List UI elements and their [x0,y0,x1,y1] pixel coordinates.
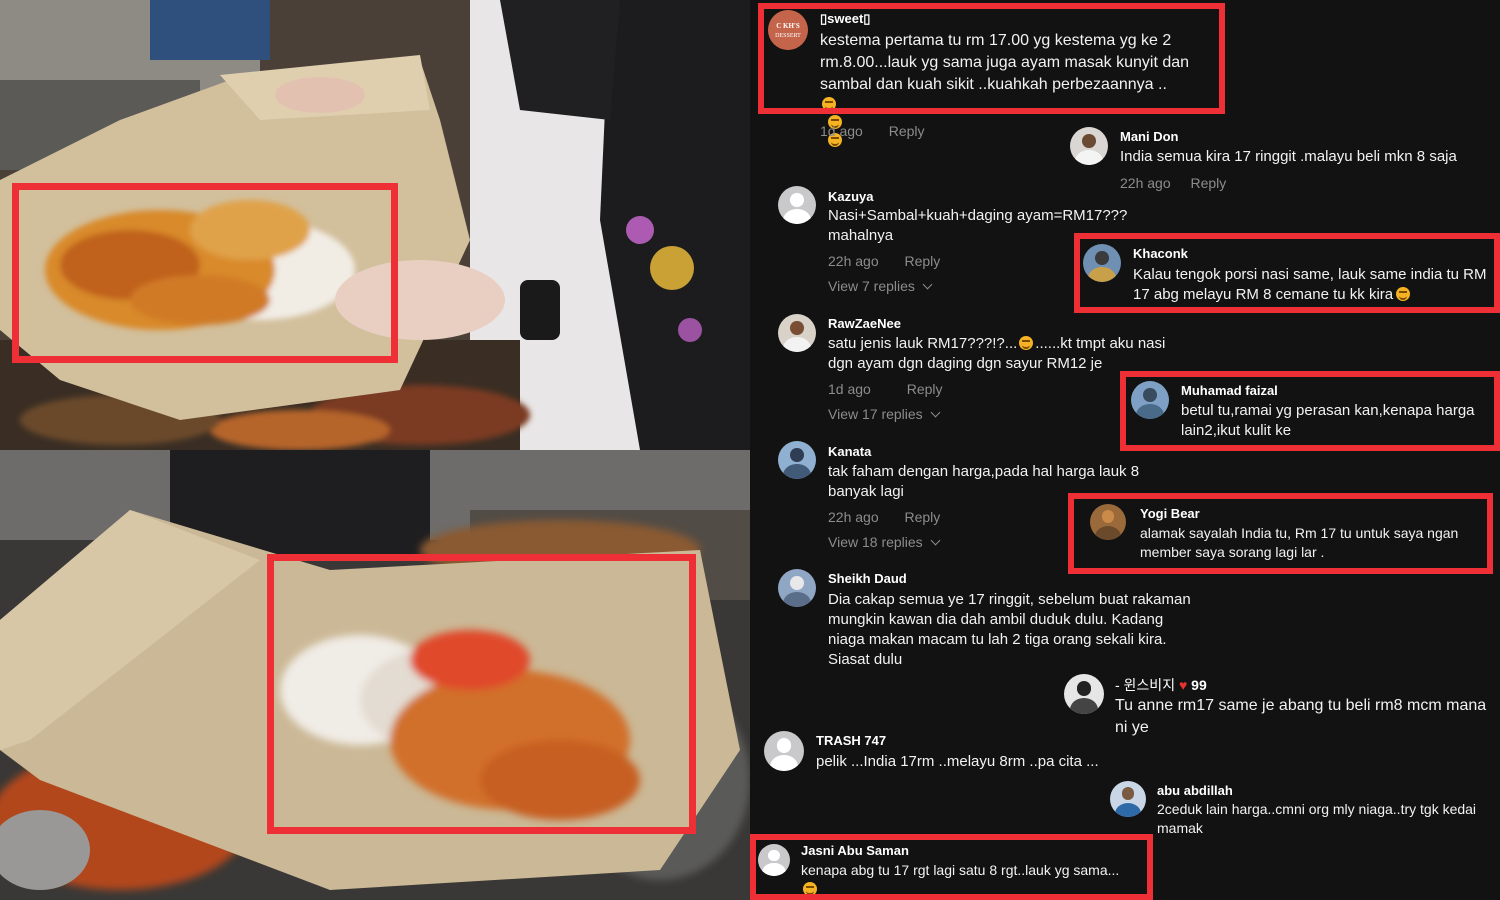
view-replies-button[interactable]: View 17 replies [828,406,941,422]
timestamp: 1d ago [828,381,871,397]
avatar-face-icon [1082,133,1096,148]
view-replies-label: View 17 replies [828,406,923,422]
username[interactable]: abu abdillah [1157,783,1233,798]
avatar[interactable] [778,186,816,224]
reply-button[interactable]: Reply [905,509,941,525]
avatar[interactable] [778,569,816,607]
heart-icon: ♥ [1178,677,1188,693]
highlight-box-comment-faizal [1120,371,1500,451]
view-replies-label: View 18 replies [828,534,923,550]
chevron-down-icon [930,407,941,418]
reply-button[interactable]: Reply [907,381,943,397]
avatar-drawing-icon [1076,681,1092,696]
avatar[interactable] [1064,674,1104,714]
username[interactable]: Kanata [828,444,871,459]
shocked-emoji-icon [1019,336,1034,350]
avatar[interactable] [1110,781,1146,817]
default-avatar-icon [776,738,792,753]
comment-meta: 22h ago Reply [828,509,940,525]
highlight-box-comment-sweet [758,3,1225,114]
default-avatar-icon [790,192,804,207]
timestamp: 1d ago [820,123,863,139]
comment-text: Tu anne rm17 same je abang tu beli rm8 m… [1115,697,1487,736]
username-text: - 윈스비지 [1115,677,1176,693]
comments-panel: C KH'S DESSERT ▯sweet▯ kestema pertama t… [750,0,1500,900]
comment-text: pelik ...India 17rm ..melayu 8rm ..pa ci… [816,753,1099,770]
reply-button[interactable]: Reply [1191,175,1227,191]
avatar[interactable] [778,314,816,352]
avatar[interactable] [764,731,804,771]
comment-meta: 1d ago Reply [828,381,943,397]
timestamp: 22h ago [828,253,879,269]
view-replies-button[interactable]: View 7 replies [828,278,933,294]
avatar[interactable] [1070,127,1108,165]
chevron-down-icon [922,279,933,290]
highlight-box-food-top [12,183,398,363]
username[interactable]: RawZaeNee [828,316,901,331]
highlight-box-comment-jasni [750,834,1153,900]
username-suffix: 99 [1191,677,1207,693]
comment-meta: 22h ago Reply [828,253,940,269]
highlight-box-comment-khaconk [1074,233,1500,313]
comment-text: satu jenis lauk RM17???!?... ......kt tmp… [828,334,1188,374]
view-replies-button[interactable]: View 18 replies [828,534,941,550]
comment-text: India semua kira 17 ringgit .malayu beli… [1120,148,1457,165]
username[interactable]: TRASH 747 [816,733,886,748]
timestamp: 22h ago [828,509,879,525]
avatar-photo-icon [790,320,804,335]
avatar-photo-icon [790,447,804,462]
avatar-photo-icon [790,575,804,590]
comment-text-part-1: satu jenis lauk RM17???!?... [828,335,1018,352]
highlight-box-food-bottom [267,554,696,834]
username[interactable]: Mani Don [1120,129,1179,144]
comment-text: 2ceduk lain harga..cmni org mly niaga..t… [1157,801,1477,836]
username[interactable]: - 윈스비지 ♥ 99 [1115,675,1207,695]
reply-button[interactable]: Reply [905,253,941,269]
chevron-down-icon [930,535,941,546]
avatar[interactable] [778,441,816,479]
comment-text: Dia cakap semua ye 17 ringgit, sebelum b… [828,591,1191,668]
comment-meta: 22h ago Reply [1120,175,1226,191]
username[interactable]: Kazuya [828,189,874,204]
timestamp: 22h ago [1120,175,1171,191]
comment-meta: 1d ago Reply [820,123,925,139]
reply-button[interactable]: Reply [889,123,925,139]
food-photo-top [0,0,750,450]
username[interactable]: Sheikh Daud [828,571,907,586]
avatar-photo-icon [1121,787,1135,801]
highlight-box-comment-yogi [1068,493,1493,574]
view-replies-label: View 7 replies [828,278,915,294]
food-photo-bottom [0,450,750,900]
